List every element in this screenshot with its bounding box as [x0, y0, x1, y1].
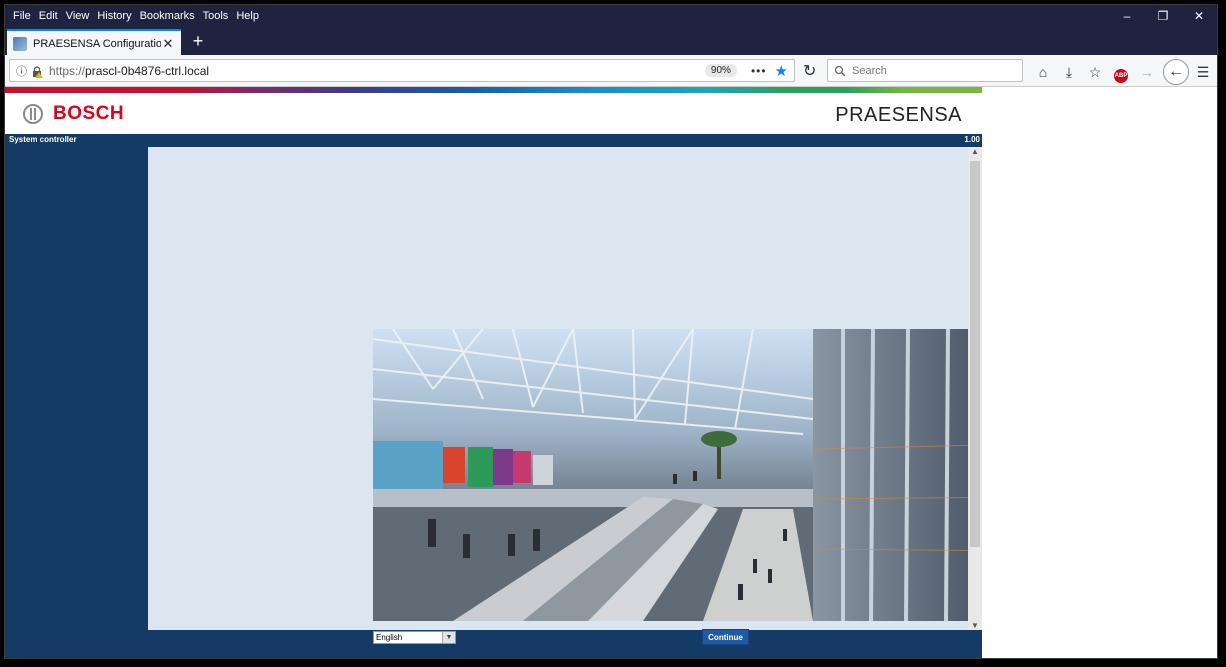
- status-bar: System controller 1.00: [5, 134, 982, 146]
- language-selected: English: [376, 633, 403, 642]
- menu-bar: File Edit View History Bookmarks Tools H…: [9, 7, 263, 25]
- zoom-level[interactable]: 90%: [704, 64, 737, 77]
- info-icon[interactable]: ⓘ: [16, 63, 27, 79]
- status-label: System controller: [9, 135, 77, 144]
- web-page: BOSCH PRAESENSA System controller 1.00 E…: [5, 87, 1030, 658]
- scroll-up-icon[interactable]: ▲: [968, 147, 982, 156]
- home-icon[interactable]: ⌂: [1031, 61, 1055, 84]
- scroll-down-icon[interactable]: ▼: [968, 621, 982, 630]
- content-panel: English ▼ Continue: [148, 147, 1030, 645]
- menu-edit[interactable]: Edit: [35, 7, 62, 25]
- tab-title: PRAESENSA Configuration: [33, 37, 161, 50]
- menu-tools[interactable]: Tools: [199, 7, 233, 25]
- bookmark-star-icon[interactable]: ★: [775, 62, 788, 80]
- title-bar: File Edit View History Bookmarks Tools H…: [5, 5, 1217, 56]
- window-controls: – ❐ ✕: [1109, 5, 1217, 27]
- reload-icon[interactable]: ↻: [803, 61, 816, 81]
- page-scrollbar[interactable]: ▲ ▼: [968, 147, 982, 630]
- nav-bar: ⓘ https://prascl-0b4876-ctrl.local 90% •…: [5, 55, 1217, 87]
- chevron-down-icon[interactable]: ▼: [442, 632, 455, 643]
- color-stripe: [5, 87, 982, 93]
- empty-viewport-area: [982, 87, 1217, 658]
- continue-button[interactable]: Continue: [702, 629, 749, 645]
- lock-warning-icon[interactable]: [31, 65, 43, 78]
- menu-history[interactable]: History: [93, 7, 135, 25]
- close-icon[interactable]: ✕: [1181, 5, 1217, 27]
- search-icon: [834, 65, 846, 76]
- url-text: https://prascl-0b4876-ctrl.local: [49, 64, 705, 78]
- bosch-wordmark: BOSCH: [53, 103, 125, 124]
- bosch-armature-icon: [23, 104, 43, 124]
- menu-bookmarks[interactable]: Bookmarks: [136, 7, 199, 25]
- back-button-icon[interactable]: ←: [1163, 59, 1189, 85]
- hamburger-menu-icon[interactable]: ☰: [1191, 61, 1215, 84]
- scroll-thumb[interactable]: [970, 161, 980, 547]
- search-placeholder: Search: [852, 64, 887, 77]
- language-select[interactable]: English ▼: [373, 631, 456, 644]
- url-scheme: https://: [49, 63, 86, 78]
- menu-file[interactable]: File: [9, 7, 35, 25]
- version-label: 1.00: [964, 135, 980, 144]
- toolbar-icons: ⌂ ⤓ ☆ ABP → ← ☰: [1031, 59, 1215, 85]
- tab-praesensa[interactable]: PRAESENSA Configuration ✕: [7, 29, 181, 56]
- adblock-icon[interactable]: ABP: [1109, 61, 1133, 84]
- url-host: prascl-0b4876-ctrl.local: [85, 63, 210, 78]
- page-actions-icon[interactable]: •••: [751, 64, 767, 78]
- tab-close-icon[interactable]: ✕: [161, 36, 175, 52]
- url-bar[interactable]: ⓘ https://prascl-0b4876-ctrl.local 90% •…: [9, 59, 795, 82]
- library-icon[interactable]: ☆: [1083, 61, 1107, 84]
- minimize-icon[interactable]: –: [1109, 5, 1145, 27]
- new-tab-icon[interactable]: +: [187, 31, 209, 53]
- download-icon[interactable]: ⤓: [1057, 61, 1081, 84]
- menu-help[interactable]: Help: [232, 7, 263, 25]
- product-title: PRAESENSA: [835, 104, 962, 126]
- favicon-icon: [13, 36, 27, 51]
- forward-icon[interactable]: →: [1135, 61, 1159, 84]
- search-input[interactable]: Search: [827, 59, 1023, 82]
- menu-view[interactable]: View: [62, 7, 94, 25]
- bosch-logo: BOSCH: [23, 103, 124, 125]
- airport-hero-image: [373, 329, 1030, 621]
- browser-window: File Edit View History Bookmarks Tools H…: [4, 4, 1218, 659]
- restore-icon[interactable]: ❐: [1145, 5, 1181, 27]
